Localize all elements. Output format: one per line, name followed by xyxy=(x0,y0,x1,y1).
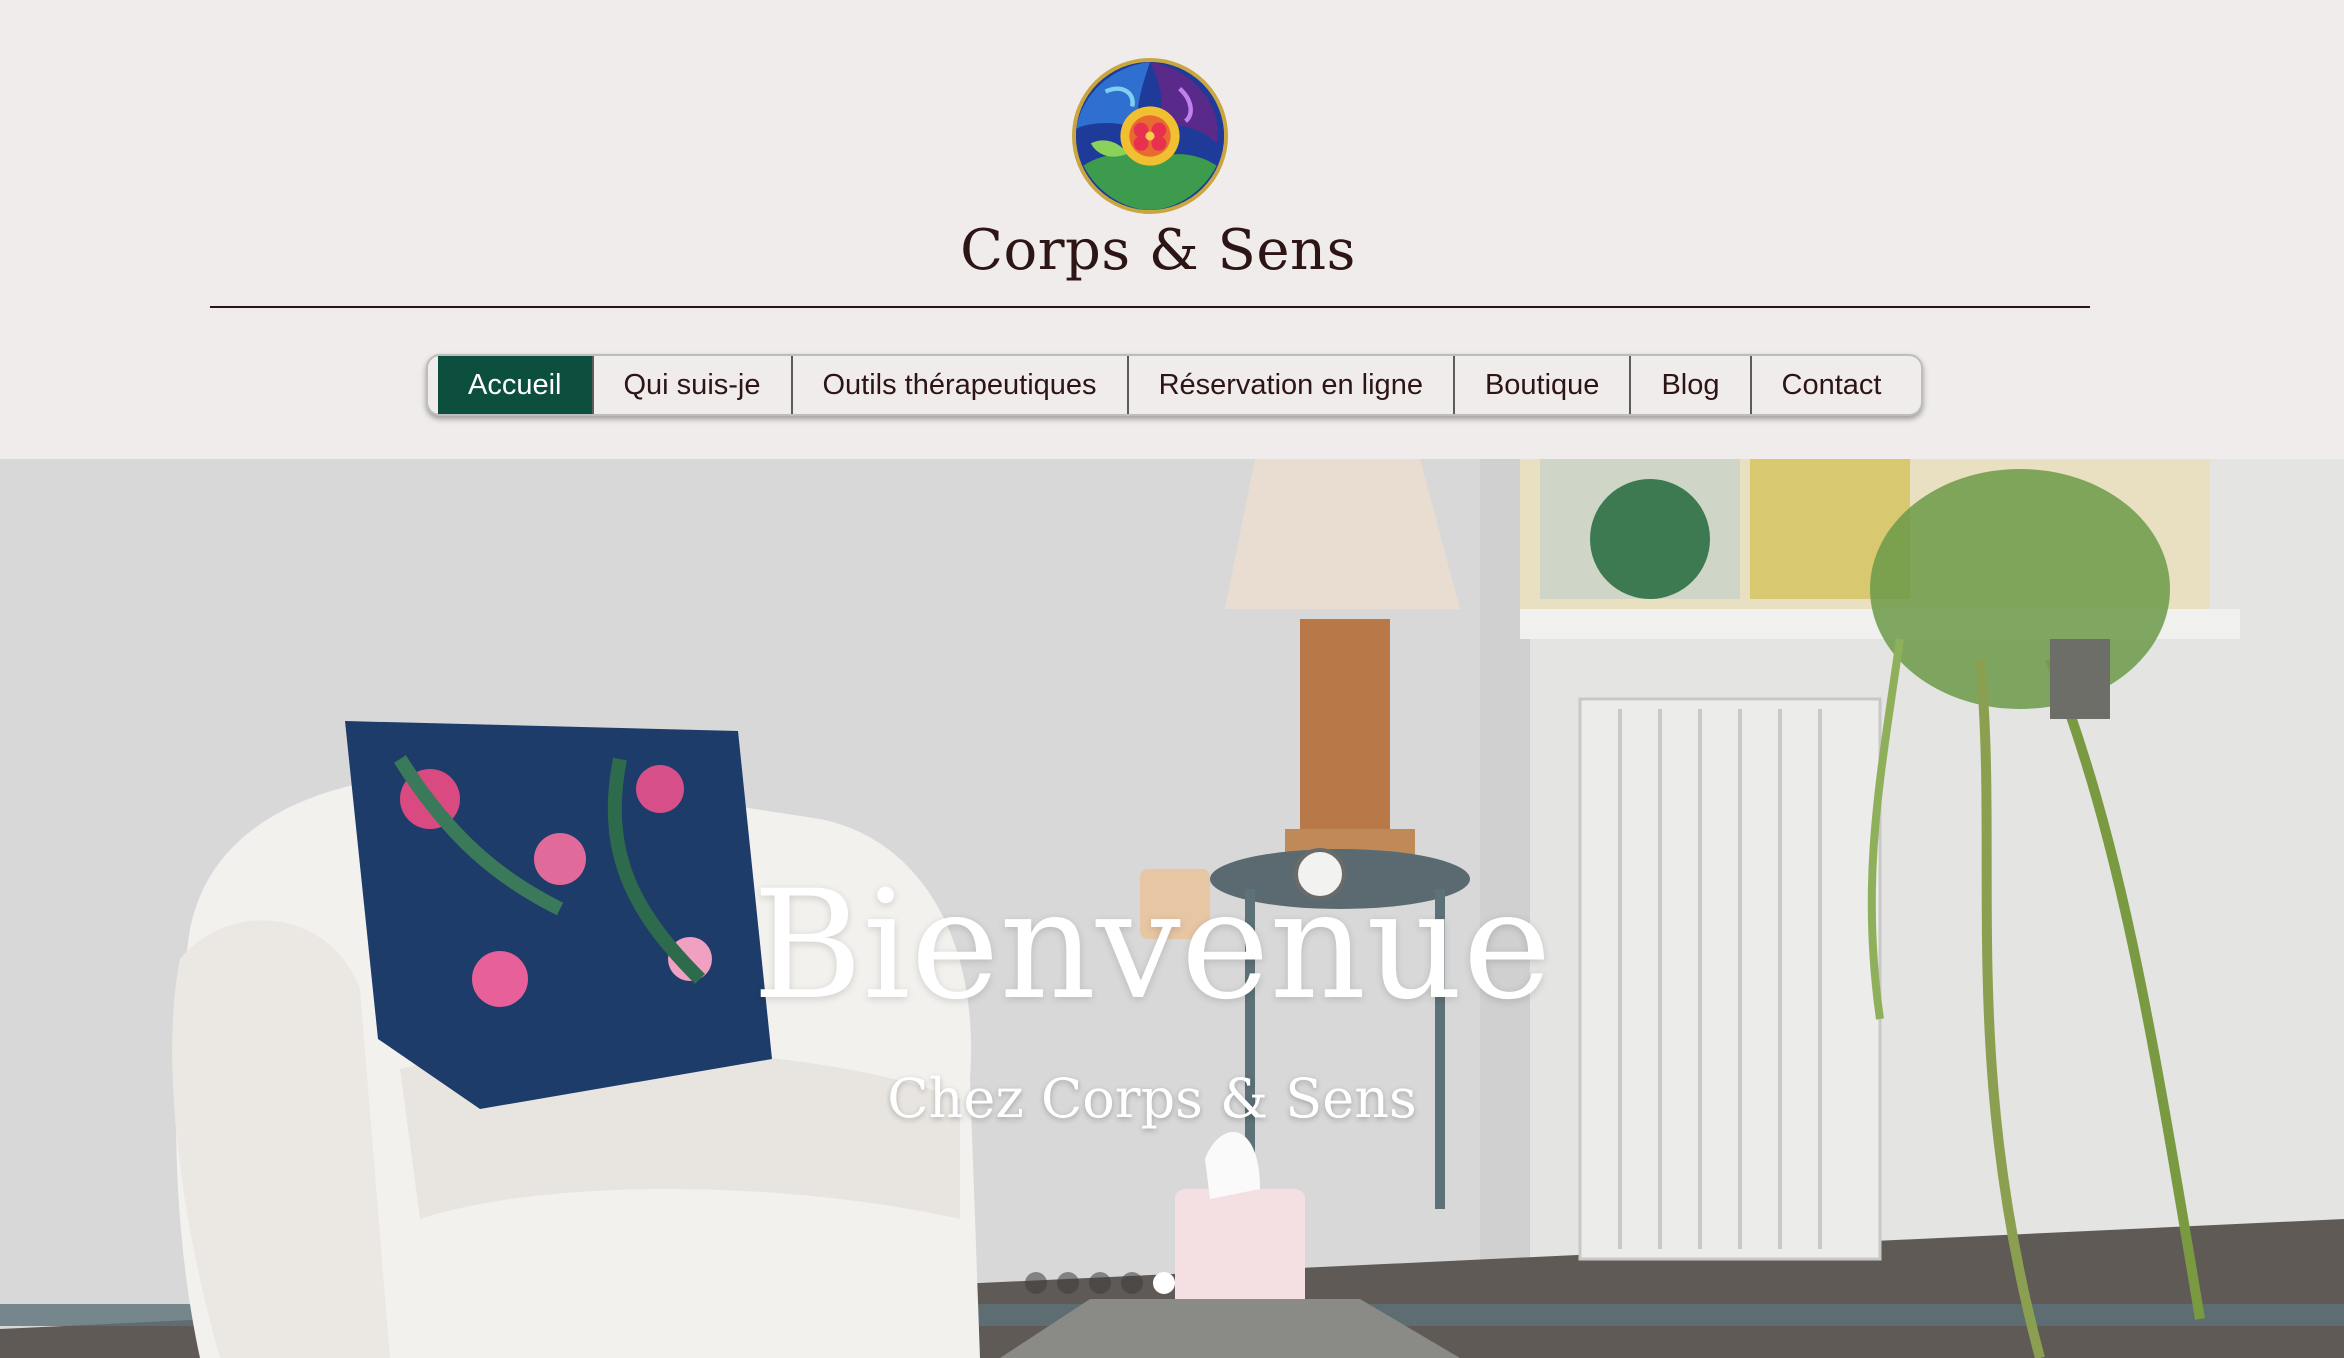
slide-dot-5[interactable] xyxy=(1153,1272,1175,1294)
hero-slideshow: Bienvenue Chez Corps & Sens xyxy=(0,459,2344,1358)
main-nav: Accueil Qui suis-je Outils thérapeutique… xyxy=(426,354,1924,416)
nav-item-boutique[interactable]: Boutique xyxy=(1455,356,1632,414)
nav-item-outils-therapeutiques[interactable]: Outils thérapeutiques xyxy=(793,356,1129,414)
hero-subtitle: Chez Corps & Sens xyxy=(887,1067,1417,1130)
hero-title: Bienvenue xyxy=(752,859,1552,1033)
mandala-logo-icon[interactable] xyxy=(1072,58,1228,214)
site-title[interactable]: Corps & Sens xyxy=(0,218,2316,283)
nav-item-qui-suis-je[interactable]: Qui suis-je xyxy=(594,356,793,414)
slideshow-dots xyxy=(1025,1272,1175,1294)
header-divider xyxy=(210,306,2090,308)
nav-item-accueil[interactable]: Accueil xyxy=(438,356,594,414)
nav-item-reservation-en-ligne[interactable]: Réservation en ligne xyxy=(1129,356,1455,414)
nav-item-blog[interactable]: Blog xyxy=(1631,356,1752,414)
slide-dot-3[interactable] xyxy=(1089,1272,1111,1294)
slide-dot-1[interactable] xyxy=(1025,1272,1047,1294)
site-header: Corps & Sens Accueil Qui suis-je Outils … xyxy=(0,0,2344,459)
slide-dot-4[interactable] xyxy=(1121,1272,1143,1294)
nav-item-contact[interactable]: Contact xyxy=(1752,356,1922,414)
slide-dot-2[interactable] xyxy=(1057,1272,1079,1294)
